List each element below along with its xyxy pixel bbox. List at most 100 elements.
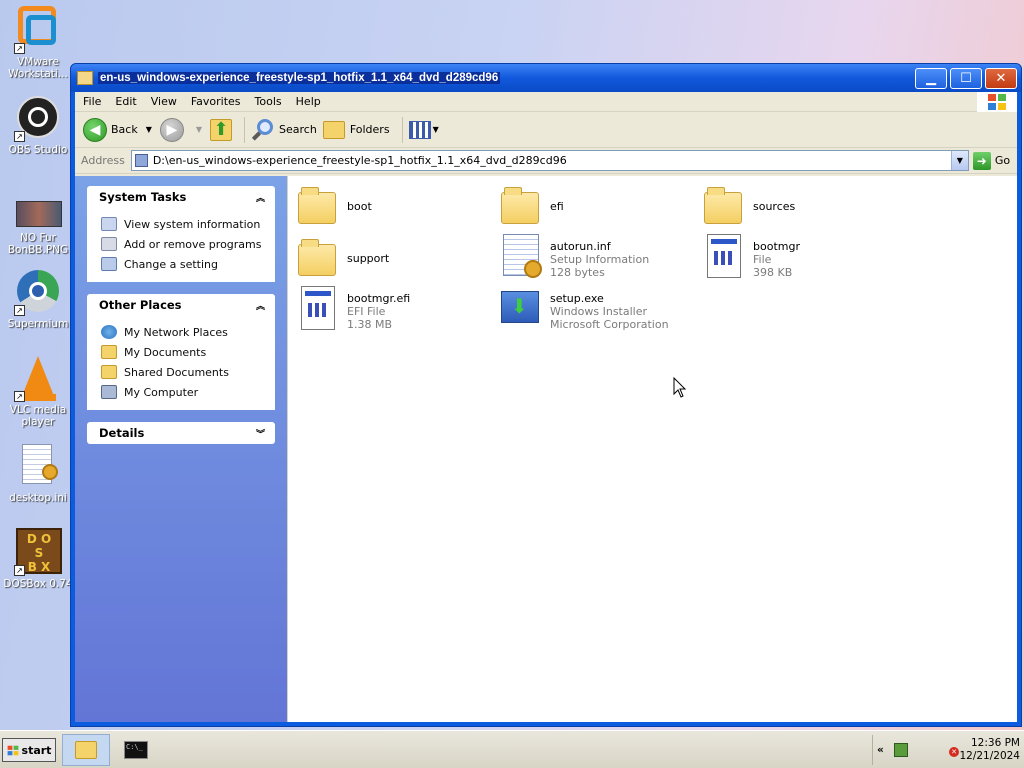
details-header[interactable]: Details ︾: [87, 422, 275, 444]
forward-button[interactable]: ▶: [159, 117, 188, 142]
folders-icon: [322, 120, 345, 139]
back-dropdown-icon[interactable]: ▼: [146, 125, 152, 134]
place-label: My Computer: [124, 385, 199, 399]
system-tasks-header[interactable]: System Tasks ︽: [87, 186, 275, 208]
mouse-cursor-icon: [673, 377, 687, 398]
file-name: autorun.inf: [550, 240, 611, 253]
views-button[interactable]: ▼: [408, 120, 447, 139]
desktop-icon-image[interactable]: NO Fur BonBB.PNG: [2, 198, 74, 256]
start-button[interactable]: start: [2, 738, 56, 762]
file-name: efi: [550, 200, 564, 213]
toolbar: ◀ Back ▼ ▶ ▼ ⬆ Search Folders ▼: [75, 112, 1017, 148]
clock-time: 12:36 PM: [971, 737, 1020, 749]
network-places-icon: [101, 325, 117, 339]
desktop-icon-vmware[interactable]: ↗ VMware Workstati...: [2, 6, 74, 80]
file-item-boot[interactable]: boot: [298, 186, 498, 226]
forward-dropdown-icon[interactable]: ▼: [196, 125, 202, 134]
file-type: Windows Installer: [550, 305, 648, 318]
system-tasks-title: System Tasks: [99, 190, 187, 204]
file-item-efi[interactable]: efi: [501, 186, 701, 226]
clock[interactable]: 12:36 PM 12/21/2024: [959, 737, 1020, 763]
shared-folder-icon: [101, 365, 117, 379]
system-tray: « ✕ 12:36 PM 12/21/2024: [872, 735, 1024, 765]
folders-label: Folders: [349, 123, 390, 136]
collapse-icon[interactable]: ︽: [256, 191, 265, 204]
desktop-icon-label: Supermium: [7, 318, 69, 330]
task-view-system-info[interactable]: View system information: [101, 214, 265, 234]
windows-logo-icon: [7, 745, 18, 755]
address-dropdown-icon[interactable]: ▼: [950, 151, 968, 170]
menu-file[interactable]: File: [83, 95, 101, 108]
back-label: Back: [111, 123, 138, 136]
expand-icon[interactable]: ︾: [256, 427, 265, 440]
address-bar: Address D:\en-us_windows-experience_free…: [75, 148, 1017, 174]
taskbar: start C:\_ « ✕ 12:36 PM 12/21/2024: [0, 730, 1024, 768]
file-item-autorun[interactable]: autorun.inf Setup Information 128 bytes: [501, 234, 701, 279]
error-tray-icon[interactable]: ✕: [949, 747, 959, 757]
back-arrow-icon: ◀: [83, 117, 107, 142]
documents-folder-icon: [101, 345, 117, 359]
minimize-button[interactable]: ▁: [915, 68, 947, 89]
desktop-icon-label: VMware Workstati...: [8, 56, 68, 80]
task-change-setting[interactable]: Change a setting: [101, 254, 265, 274]
task-add-remove-programs[interactable]: Add or remove programs: [101, 234, 265, 254]
menu-edit[interactable]: Edit: [115, 95, 136, 108]
content-area: System Tasks ︽ View system information A…: [75, 176, 1017, 722]
desktop-icon-label: VLC media player: [9, 404, 67, 428]
folder-up-icon: ⬆: [210, 118, 233, 141]
menu-view[interactable]: View: [151, 95, 177, 108]
file-item-setup[interactable]: setup.exe Windows Installer Microsoft Co…: [501, 286, 701, 331]
go-arrow-icon: ➜: [972, 151, 991, 170]
forward-arrow-icon: ▶: [159, 117, 184, 142]
tray-expand-button[interactable]: «: [877, 744, 884, 756]
title-bar[interactable]: en-us_windows-experience_freestyle-sp1_h…: [71, 64, 1021, 92]
desktop-icon-dosbox[interactable]: D OSB X ↗ DOSBox 0.74: [2, 528, 74, 590]
file-size: 128 bytes: [550, 266, 605, 279]
menu-help[interactable]: Help: [296, 95, 321, 108]
explorer-window: en-us_windows-experience_freestyle-sp1_h…: [70, 63, 1022, 727]
place-shared-documents[interactable]: Shared Documents: [101, 362, 265, 382]
network-tray-icon[interactable]: [893, 743, 908, 757]
window-title: en-us_windows-experience_freestyle-sp1_h…: [98, 72, 501, 84]
supermium-icon: ↗: [14, 268, 62, 316]
toolbar-separator: [401, 116, 403, 143]
place-my-computer[interactable]: My Computer: [101, 382, 265, 402]
toolbar-separator: [244, 116, 246, 143]
go-button[interactable]: ➜ Go: [972, 151, 1011, 170]
maximize-button[interactable]: ☐: [950, 68, 982, 89]
image-icon: [14, 198, 62, 230]
collapse-icon[interactable]: ︽: [256, 299, 265, 312]
menu-tools[interactable]: Tools: [255, 95, 282, 108]
file-item-bootmgr[interactable]: bootmgr File 398 KB: [704, 234, 904, 279]
desktop-icon-label: DOSBox 0.74: [3, 578, 73, 590]
file-item-bootmgr-efi[interactable]: bootmgr.efi EFI File 1.38 MB: [298, 286, 498, 331]
place-label: Shared Documents: [124, 365, 229, 379]
search-button[interactable]: Search: [251, 118, 317, 142]
back-button[interactable]: ◀ Back: [83, 117, 138, 142]
place-network[interactable]: My Network Places: [101, 322, 265, 342]
settings-file-icon: [14, 442, 62, 490]
place-my-documents[interactable]: My Documents: [101, 342, 265, 362]
close-button[interactable]: ✕: [985, 68, 1017, 89]
other-places-header[interactable]: Other Places ︽: [87, 294, 275, 316]
go-label: Go: [994, 154, 1011, 167]
desktop-icon-supermium[interactable]: ↗ Supermium: [2, 268, 74, 330]
address-input[interactable]: D:\en-us_windows-experience_freestyle-sp…: [130, 150, 969, 171]
up-button[interactable]: ⬆: [210, 118, 233, 141]
taskbar-item-cmd[interactable]: C:\_: [112, 734, 160, 766]
address-label: Address: [81, 154, 125, 167]
file-name: bootmgr: [753, 240, 800, 253]
file-item-support[interactable]: support: [298, 238, 498, 278]
desktop-icon-vlc[interactable]: ↗ VLC media player: [2, 354, 74, 428]
vmware-icon: ↗: [14, 6, 62, 54]
setup-info-icon: [503, 234, 542, 278]
folders-button[interactable]: Folders: [322, 120, 390, 139]
taskbar-item-explorer[interactable]: [62, 734, 110, 766]
desktop-icon-desktop-ini[interactable]: desktop.ini: [2, 442, 74, 504]
desktop-icon-obs[interactable]: ↗ OBS Studio: [2, 94, 74, 156]
dosbox-icon: D OSB X ↗: [14, 528, 62, 576]
folder-icon: [77, 71, 93, 85]
file-item-sources[interactable]: sources: [704, 186, 904, 226]
task-label: Add or remove programs: [124, 237, 262, 251]
menu-favorites[interactable]: Favorites: [191, 95, 241, 108]
